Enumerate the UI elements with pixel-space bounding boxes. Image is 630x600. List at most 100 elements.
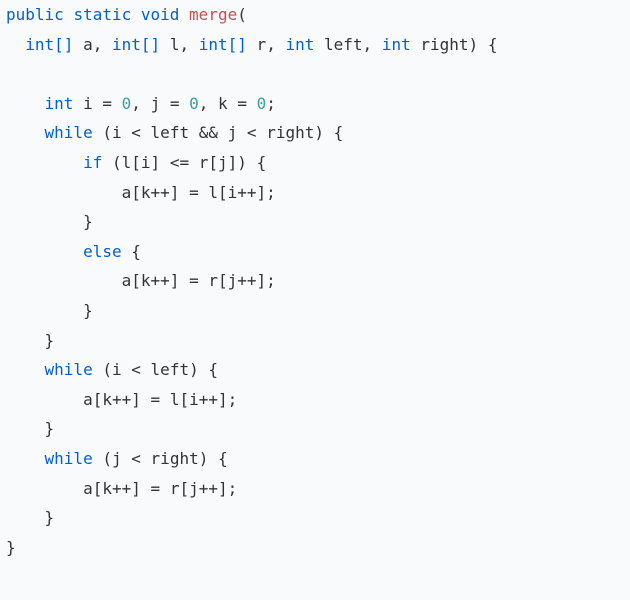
var-j: j bbox=[218, 153, 228, 172]
type-int: int bbox=[382, 35, 411, 54]
keyword-public: public bbox=[6, 5, 64, 24]
rbrace: } bbox=[45, 419, 55, 438]
rbrack: ] bbox=[218, 390, 228, 409]
lbrack: [ bbox=[179, 390, 189, 409]
rbrack: ] bbox=[228, 153, 238, 172]
keyword-if: if bbox=[83, 153, 102, 172]
param-left: left bbox=[324, 35, 363, 54]
lbrack: [ bbox=[93, 390, 103, 409]
rbrace: } bbox=[83, 212, 93, 231]
var-i: i bbox=[83, 94, 93, 113]
var-right: right bbox=[266, 123, 314, 142]
var-j: j bbox=[151, 94, 161, 113]
var-r: r bbox=[199, 153, 209, 172]
lbrack: [ bbox=[218, 271, 228, 290]
type-int: int bbox=[285, 35, 314, 54]
code-block: public static void merge( int[] a, int[]… bbox=[0, 0, 630, 562]
keyword-else: else bbox=[83, 242, 122, 261]
eq: = bbox=[151, 390, 161, 409]
lbrack: [ bbox=[218, 183, 228, 202]
lbrack: [ bbox=[179, 479, 189, 498]
comma: , bbox=[131, 94, 141, 113]
eq: = bbox=[237, 94, 247, 113]
lbrace: { bbox=[334, 123, 344, 142]
lbrace: { bbox=[218, 449, 228, 468]
pp: ++ bbox=[151, 183, 170, 202]
rbrack: ] bbox=[257, 183, 267, 202]
comma: , bbox=[93, 35, 103, 54]
lbrack: [ bbox=[208, 153, 218, 172]
var-k: k bbox=[218, 94, 228, 113]
rparen: ) bbox=[199, 449, 209, 468]
rbrace: } bbox=[83, 301, 93, 320]
literal-zero: 0 bbox=[257, 94, 267, 113]
eq: = bbox=[170, 94, 180, 113]
function-name: merge bbox=[189, 5, 237, 24]
lparen: ( bbox=[102, 449, 112, 468]
lbrace: { bbox=[131, 242, 141, 261]
var-a: a bbox=[83, 479, 93, 498]
var-r: r bbox=[208, 271, 218, 290]
lbrace: { bbox=[208, 360, 218, 379]
var-i: i bbox=[189, 390, 199, 409]
lbrace: { bbox=[257, 153, 267, 172]
lparen: ( bbox=[102, 360, 112, 379]
rparen: ) bbox=[469, 35, 479, 54]
rparen: ) bbox=[189, 360, 199, 379]
var-a: a bbox=[83, 390, 93, 409]
param-right: right bbox=[420, 35, 468, 54]
type-int: int bbox=[45, 94, 74, 113]
var-l: l bbox=[122, 153, 132, 172]
var-k: k bbox=[102, 390, 112, 409]
lt: < bbox=[131, 360, 141, 379]
var-l: l bbox=[170, 390, 180, 409]
type-int-array: int[] bbox=[199, 35, 247, 54]
rbrack: ] bbox=[170, 271, 180, 290]
lbrace: { bbox=[488, 35, 498, 54]
lbrack: [ bbox=[131, 153, 141, 172]
rbrack: ] bbox=[257, 271, 267, 290]
param-a: a bbox=[83, 35, 93, 54]
eq: = bbox=[189, 183, 199, 202]
rparen: ) bbox=[237, 153, 247, 172]
keyword-while: while bbox=[45, 360, 93, 379]
comma: , bbox=[363, 35, 373, 54]
var-j: j bbox=[189, 479, 199, 498]
lparen: ( bbox=[102, 123, 112, 142]
var-k: k bbox=[141, 183, 151, 202]
eq: = bbox=[151, 479, 161, 498]
var-left: left bbox=[151, 360, 190, 379]
comma: , bbox=[199, 94, 209, 113]
rparen: ) bbox=[314, 123, 324, 142]
pp: ++ bbox=[199, 479, 218, 498]
rbrack: ] bbox=[131, 390, 141, 409]
var-j: j bbox=[228, 123, 238, 142]
var-r: r bbox=[170, 479, 180, 498]
literal-zero: 0 bbox=[122, 94, 132, 113]
and: && bbox=[199, 123, 218, 142]
var-i: i bbox=[112, 360, 122, 379]
var-right: right bbox=[151, 449, 199, 468]
eq: = bbox=[102, 94, 112, 113]
var-l: l bbox=[208, 183, 218, 202]
lt: < bbox=[131, 449, 141, 468]
semi: ; bbox=[266, 183, 276, 202]
var-k: k bbox=[102, 479, 112, 498]
rbrace: } bbox=[45, 331, 55, 350]
type-int-array: int[] bbox=[112, 35, 160, 54]
var-a: a bbox=[122, 183, 132, 202]
var-i: i bbox=[228, 183, 238, 202]
var-i: i bbox=[141, 153, 151, 172]
lt: < bbox=[131, 123, 141, 142]
pp: ++ bbox=[237, 183, 256, 202]
literal-zero: 0 bbox=[189, 94, 199, 113]
pp: ++ bbox=[112, 479, 131, 498]
lt: < bbox=[247, 123, 257, 142]
rbrace: } bbox=[6, 538, 16, 557]
keyword-static: static bbox=[73, 5, 131, 24]
param-r: r bbox=[257, 35, 267, 54]
lparen: ( bbox=[112, 153, 122, 172]
type-int-array: int[] bbox=[25, 35, 73, 54]
comma: , bbox=[179, 35, 189, 54]
semi: ; bbox=[266, 94, 276, 113]
